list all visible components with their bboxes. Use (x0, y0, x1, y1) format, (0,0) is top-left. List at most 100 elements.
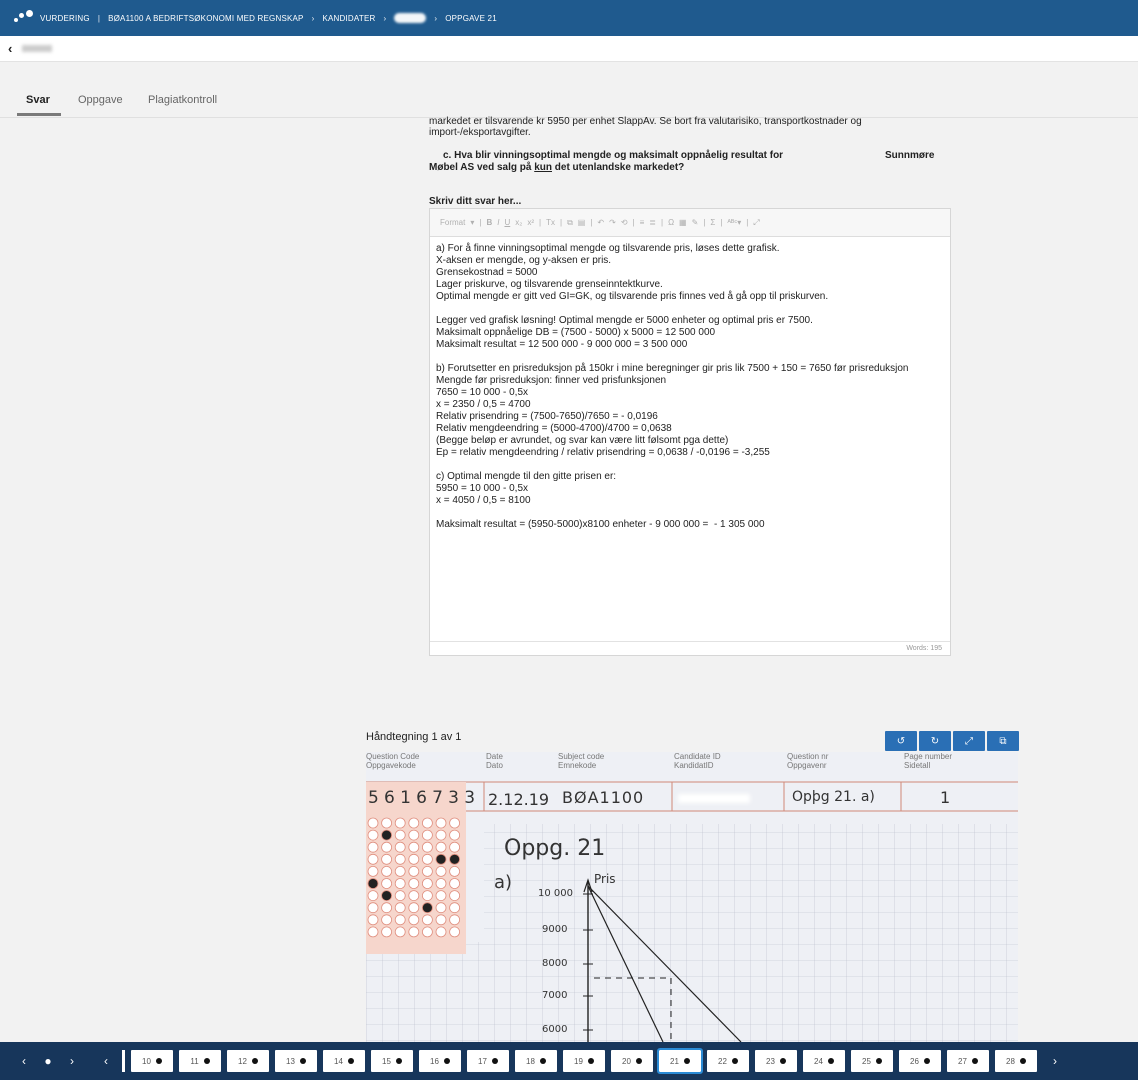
redo-icon[interactable]: ↷ (609, 218, 616, 227)
answer-bubble (408, 866, 420, 877)
answer-bubble (381, 890, 393, 902)
next-candidate-icon[interactable]: › (60, 1042, 84, 1080)
breadcrumb-kandidater[interactable]: KANDIDATER (322, 14, 375, 23)
answer-bubble (422, 841, 433, 853)
answer-bubble (422, 829, 433, 841)
answer-editor[interactable]: Format ▾ | B I U x₂ x² | Tx | ⧉ ▤ | ↶ ↷ … (429, 208, 951, 656)
underline-icon[interactable]: U (504, 218, 510, 227)
paste-icon[interactable]: ▤ (578, 218, 586, 227)
breadcrumb-vurdering[interactable]: VURDERING (40, 14, 90, 23)
editor-line: Lager priskurve, og tilsvarende grensein… (436, 279, 663, 290)
breadcrumb-candidate-redacted[interactable] (394, 13, 427, 23)
answer-bubble (367, 890, 379, 902)
numbered-list-icon[interactable]: ≡ (640, 218, 645, 227)
editor-line: Grensekostnad = 5000 (436, 267, 538, 278)
tab-plagiatkontroll[interactable]: Plagiatkontroll (148, 94, 217, 106)
editor-line: Maksimalt resultat = (5950-5000)x8100 en… (436, 519, 765, 530)
question-text: c. Hva blir vinningsoptimal mengde og ma… (429, 150, 949, 174)
tab-oppgave[interactable]: Oppgave (78, 94, 123, 106)
answered-dot-icon (251, 1058, 258, 1064)
question-page-23[interactable]: 23 (755, 1050, 797, 1072)
answer-bubble (381, 817, 393, 829)
answer-bubble (449, 878, 460, 889)
breadcrumb: VURDERING | BØA1100 A BEDRIFTSØKONOMI ME… (40, 13, 497, 23)
candidate-name-redacted (22, 45, 53, 52)
question-page-13[interactable]: 13 (275, 1050, 317, 1072)
answer-bubble (394, 853, 406, 865)
question-page-24[interactable]: 24 (803, 1050, 845, 1072)
open-external-icon[interactable]: ⧉ (987, 731, 1019, 751)
editor-line: x = 2350 / 0,5 = 4700 (436, 399, 531, 410)
answer-bubble (422, 817, 433, 829)
expand-icon[interactable]: ⤢ (953, 731, 985, 751)
fullscreen-icon[interactable]: ⤢ (753, 218, 759, 228)
undo-icon[interactable]: ↶ (597, 218, 604, 227)
answer-bubble (435, 841, 447, 853)
editor-line: Legger ved grafisk løsning! Optimal meng… (436, 315, 813, 326)
subscript-icon[interactable]: x₂ (515, 218, 522, 227)
answer-bubble (394, 926, 406, 938)
chevron-left-icon[interactable]: ‹ (8, 41, 12, 56)
bold-icon[interactable]: B (486, 218, 492, 227)
answer-bubble (381, 926, 393, 938)
label-question-code: Question Code Oppgavekode (366, 752, 420, 770)
rotate-left-icon[interactable]: ↺ (885, 731, 917, 751)
special-char-icon[interactable]: Ω (668, 218, 674, 227)
chevron-down-icon[interactable]: ▾ (470, 218, 474, 227)
question-page-22[interactable]: 22 (707, 1050, 749, 1072)
question-page-15[interactable]: 15 (371, 1050, 413, 1072)
question-page-16[interactable]: 16 (419, 1050, 461, 1072)
answered-dot-icon (731, 1058, 738, 1064)
question-line-2: Møbel AS ved salg på kun det utenlandske… (429, 162, 685, 173)
previous-question-icon[interactable]: ‹ (94, 1042, 118, 1080)
question-code-digits: 5616733 (368, 788, 481, 808)
answer-bubble (381, 878, 393, 889)
candidate-icon[interactable]: ● (36, 1042, 60, 1080)
answered-dot-icon (923, 1058, 930, 1064)
spellcheck-undo-icon[interactable]: ⟲ (621, 218, 628, 227)
question-page-11[interactable]: 11 (179, 1050, 221, 1072)
question-page-19[interactable]: 19 (563, 1050, 605, 1072)
handwritten-heading: Oppg. 21 (504, 836, 606, 861)
italic-icon[interactable]: I (497, 218, 499, 227)
copy-icon[interactable]: ⧉ (567, 218, 573, 228)
app-logo-icon[interactable] (0, 0, 40, 36)
format-dropdown[interactable]: Format (440, 218, 465, 227)
editor-line: x = 4050 / 0,5 = 8100 (436, 495, 531, 506)
answered-dot-icon (395, 1058, 402, 1064)
question-page-12[interactable]: 12 (227, 1050, 269, 1072)
tick-7000: 7000 (542, 990, 568, 1001)
question-page-18[interactable]: 18 (515, 1050, 557, 1072)
question-page-27[interactable]: 27 (947, 1050, 989, 1072)
breadcrumb-course[interactable]: BØA1100 A BEDRIFTSØKONOMI MED REGNSKAP (108, 14, 304, 23)
question-page-17[interactable]: 17 (467, 1050, 509, 1072)
answered-dot-icon (539, 1058, 546, 1064)
answer-bubble (408, 914, 420, 926)
draw-icon[interactable]: ✎ (692, 218, 699, 227)
clear-format-icon[interactable]: Tx (546, 218, 555, 227)
question-page-28[interactable]: 28 (995, 1050, 1037, 1072)
editor-content[interactable]: a) For å finne vinningsoptimal mengde og… (430, 237, 950, 537)
superscript-icon[interactable]: x² (527, 218, 534, 227)
question-page-20[interactable]: 20 (611, 1050, 653, 1072)
handdrawing-scan: Question Code Oppgavekode Date Dato Subjec… (366, 752, 1018, 1042)
spellcheck-icon[interactable]: ᴬᴮᶜ▾ (727, 218, 741, 227)
question-page-10[interactable]: 10 (131, 1050, 173, 1072)
sum-icon[interactable]: Σ (710, 218, 715, 227)
answer-bubble (422, 902, 433, 914)
answer-bubble (422, 926, 433, 938)
tick-9000: 9000 (542, 924, 568, 935)
tab-svar[interactable]: Svar (26, 94, 50, 106)
editor-line (436, 351, 944, 363)
question-page-14[interactable]: 14 (323, 1050, 365, 1072)
question-page-26[interactable]: 26 (899, 1050, 941, 1072)
bullet-list-icon[interactable]: ≣ (649, 218, 656, 227)
question-page-21[interactable]: 21 (657, 1048, 703, 1074)
table-icon[interactable]: ▦ (679, 218, 687, 227)
question-intro-line-1: markedet er tilsvarende kr 5950 per enhe… (429, 116, 862, 127)
rotate-right-icon[interactable]: ↻ (919, 731, 951, 751)
previous-candidate-icon[interactable]: ‹ (12, 1042, 36, 1080)
next-question-icon[interactable]: › (1043, 1042, 1067, 1080)
answer-bubble (435, 853, 447, 865)
question-page-25[interactable]: 25 (851, 1050, 893, 1072)
